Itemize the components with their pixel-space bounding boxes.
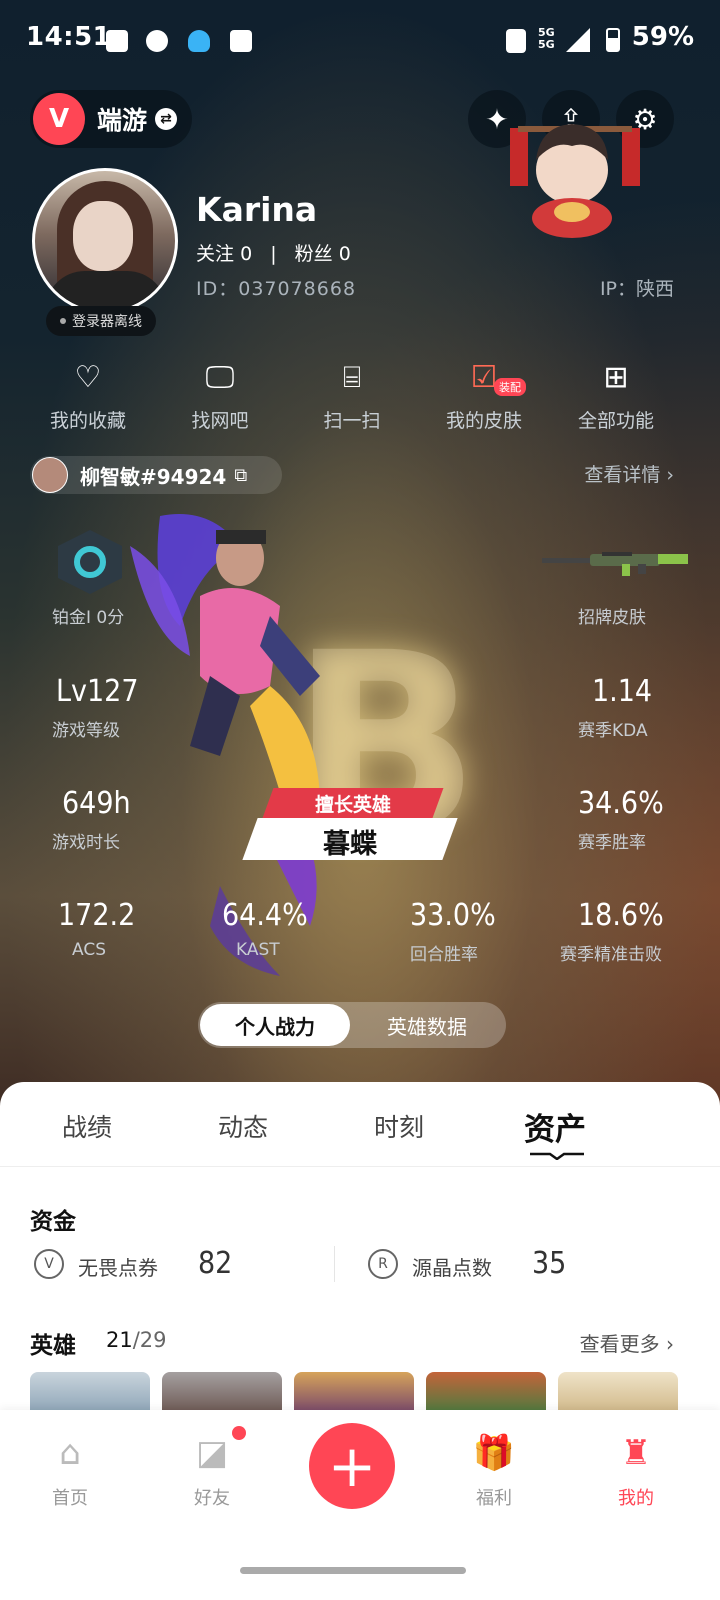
mail-icon xyxy=(230,30,252,52)
fn-all-functions[interactable]: ⊞ 全部功能 xyxy=(546,354,686,433)
swap-icon: ⇄ xyxy=(155,108,178,130)
view-more-link[interactable]: 查看更多 › xyxy=(580,1328,674,1357)
network-label: 5G 5G xyxy=(538,26,555,51)
nav-home[interactable]: ⌂ 首页 xyxy=(20,1432,120,1510)
battery-level: 59% xyxy=(631,22,694,52)
mode-label: 端游 xyxy=(97,106,148,135)
stat-level-label: 游戏等级 xyxy=(52,721,120,741)
tab-assets[interactable]: 资产 xyxy=(524,1104,586,1149)
heroes-title: 英雄 xyxy=(30,1333,76,1359)
riot-id: 柳智敏#94924 xyxy=(80,464,227,489)
friends-icon: ◪ xyxy=(195,1433,229,1473)
fn-scan[interactable]: ⌸ 扫一扫 xyxy=(282,354,422,433)
player-name: Karina xyxy=(196,190,318,229)
skin-icon: ☑ xyxy=(470,359,498,395)
profile-icon: ♜ xyxy=(620,1433,652,1473)
fn-favorites[interactable]: ♡ 我的收藏 xyxy=(18,354,158,433)
hero-card[interactable] xyxy=(558,1372,678,1412)
rank-label: 铂金I 0分 xyxy=(52,608,125,628)
gift-icon: 🎁 xyxy=(472,1433,516,1473)
mode-switch[interactable]: V 端游 ⇄ xyxy=(30,90,192,148)
stat-headshot-label: 赛季精准击败 xyxy=(560,945,662,965)
vp-value: 82 xyxy=(198,1246,233,1281)
stat-round-winrate-label: 回合胜率 xyxy=(410,945,478,965)
radianite-label: 源晶点数 xyxy=(412,1256,492,1280)
status-time: 14:51 xyxy=(26,22,112,52)
rifle-skin-icon xyxy=(542,552,688,576)
stat-kast-value: 64.4% xyxy=(222,898,308,933)
client-status-badge: 登录器离线 xyxy=(46,306,156,336)
ip-location: IP：陕西 xyxy=(599,278,674,300)
copy-icon[interactable]: ⧉ xyxy=(234,465,247,486)
signature-skin-label: 招牌皮肤 xyxy=(578,608,646,628)
nfc-icon xyxy=(506,29,526,53)
stat-round-winrate-value: 33.0% xyxy=(410,898,496,933)
create-post-button[interactable]: + xyxy=(309,1423,395,1509)
best-hero-tag: 擅长英雄 xyxy=(314,794,391,816)
stat-acs-label: ACS xyxy=(72,940,106,960)
valorant-logo: V xyxy=(33,93,85,145)
stat-acs-value: 172.2 xyxy=(58,898,136,933)
avatar[interactable] xyxy=(32,168,178,314)
nav-mine[interactable]: ♜ 我的 xyxy=(586,1432,686,1510)
stat-winrate-label: 赛季胜率 xyxy=(578,833,646,853)
friends-notification-dot xyxy=(232,1426,246,1440)
vp-label: 无畏点券 xyxy=(78,1256,158,1280)
hero-card[interactable] xyxy=(294,1372,414,1412)
account-avatar xyxy=(32,457,68,493)
grid-icon: ⊞ xyxy=(603,359,629,395)
sparkle-edit-icon: ✦ xyxy=(485,102,509,136)
hero-card[interactable] xyxy=(162,1372,282,1412)
stat-kda-label: 赛季KDA xyxy=(578,721,648,741)
stat-kast-label: KAST xyxy=(236,940,280,960)
nav-friends[interactable]: ◪ 好友 xyxy=(162,1432,262,1510)
gesture-bar xyxy=(240,1567,466,1574)
toggle-personal-power[interactable]: 个人战力 xyxy=(200,1004,350,1046)
radianite-value: 35 xyxy=(532,1246,567,1281)
equip-badge: 装配 xyxy=(494,378,526,396)
follow-stats[interactable]: 关注 0 | 粉丝 0 xyxy=(196,239,351,266)
view-details-link[interactable]: 查看详情 › xyxy=(584,460,674,487)
hero-card[interactable] xyxy=(426,1372,546,1412)
fn-find-cafe[interactable]: 🖵 找网吧 xyxy=(150,354,290,433)
stat-kda-value: 1.14 xyxy=(592,674,653,709)
stat-playtime-label: 游戏时长 xyxy=(52,833,120,853)
nav-welfare[interactable]: 🎁 福利 xyxy=(444,1432,544,1510)
radianite-currency-icon: R xyxy=(368,1249,398,1279)
message-icon xyxy=(106,30,128,52)
new-year-mascot xyxy=(510,124,640,238)
plus-icon: + xyxy=(327,1432,377,1500)
best-hero-name[interactable]: 暮蝶 xyxy=(250,822,450,861)
stats-toggle: 个人战力 英雄数据 xyxy=(198,1002,506,1048)
home-icon: ⌂ xyxy=(59,1433,81,1473)
signal-icon xyxy=(566,28,590,52)
stat-winrate-value: 34.6% xyxy=(578,786,664,821)
tab-feed[interactable]: 动态 xyxy=(218,1108,268,1144)
active-tab-indicator xyxy=(530,1152,584,1160)
funds-title: 资金 xyxy=(30,1209,76,1235)
stat-headshot-value: 18.6% xyxy=(578,898,664,933)
vp-currency-icon: V xyxy=(34,1249,64,1279)
monitor-icon: 🖵 xyxy=(205,359,235,395)
stat-playtime-value: 649h xyxy=(62,786,131,821)
heart-icon: ♡ xyxy=(74,359,102,395)
toggle-hero-data[interactable]: 英雄数据 xyxy=(352,1004,502,1046)
hero-card[interactable] xyxy=(30,1372,150,1412)
heroes-count: 21/29 xyxy=(106,1328,167,1352)
tab-moments[interactable]: 时刻 xyxy=(374,1108,424,1144)
scan-icon: ⌸ xyxy=(343,359,361,395)
qq-icon xyxy=(188,30,210,52)
battery-icon xyxy=(606,28,620,52)
tab-record[interactable]: 战绩 xyxy=(62,1108,112,1144)
stat-level-value: Lv127 xyxy=(56,674,139,709)
wechat-icon xyxy=(146,30,168,52)
fn-my-skins[interactable]: ☑ 装配 我的皮肤 xyxy=(414,354,554,433)
game-account[interactable]: 柳智敏#94924 ⧉ xyxy=(30,456,282,494)
player-id: ID：037078668 xyxy=(196,278,357,300)
